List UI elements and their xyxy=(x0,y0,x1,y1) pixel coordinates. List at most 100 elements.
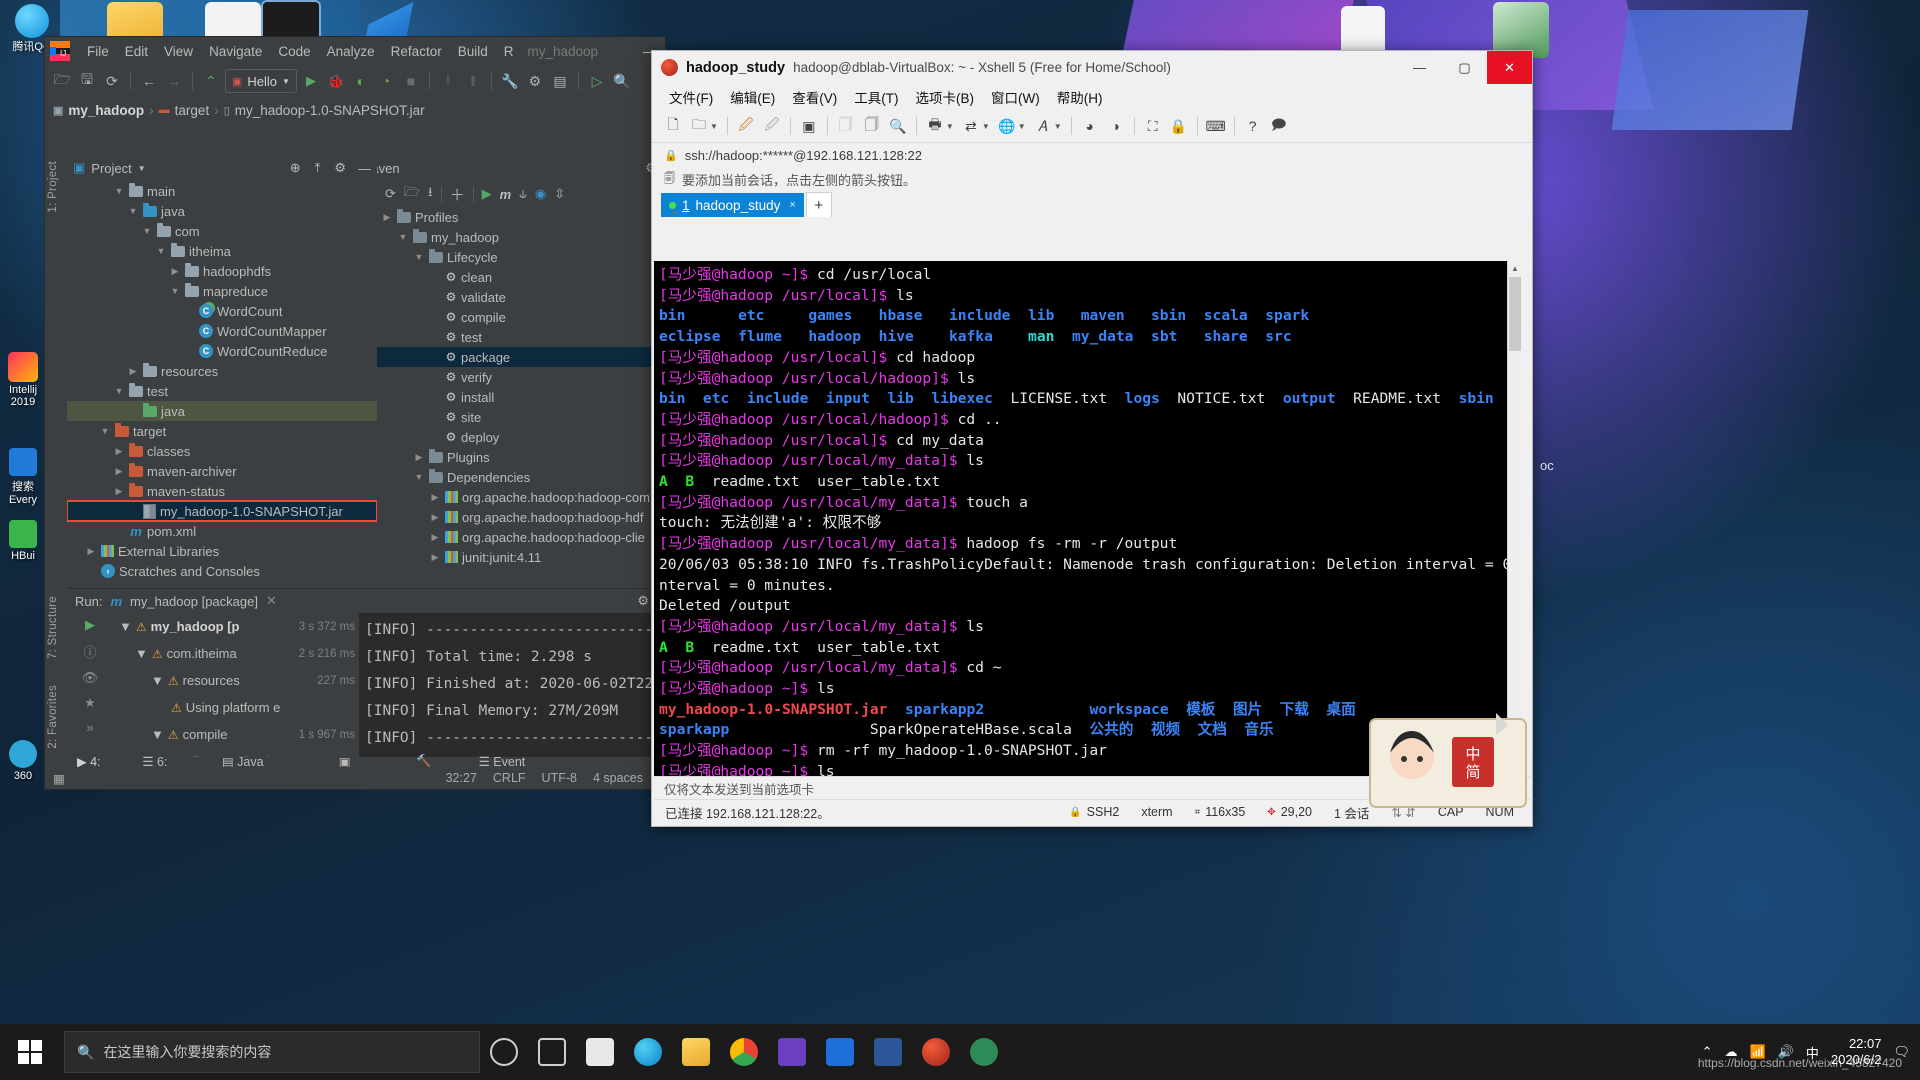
taskbar-xshell[interactable] xyxy=(912,1024,960,1080)
expand-arrow-icon[interactable]: ▶ xyxy=(85,546,97,557)
copy-icon[interactable]: 🗍 xyxy=(834,114,858,138)
scrollbar-thumb[interactable] xyxy=(1509,277,1521,351)
menu-file[interactable]: 文件(F) xyxy=(662,85,720,109)
menu-file[interactable]: File xyxy=(79,41,117,62)
run-tree-item[interactable]: ▼⚠my_hadoop [p3 s 372 ms xyxy=(113,613,359,640)
expand-arrow-icon[interactable]: ▼ xyxy=(119,619,132,634)
status-encoding[interactable]: UTF-8 xyxy=(542,771,577,785)
sidebar-tab-project[interactable]: 1: Project xyxy=(47,161,59,213)
expand-arrow-icon[interactable]: ▶ xyxy=(113,446,125,457)
menu-edit[interactable]: 编辑(E) xyxy=(723,85,782,109)
maven-tree-item[interactable]: ⚙deploy xyxy=(377,427,665,447)
maven-tree-item[interactable]: ⚙clean xyxy=(377,267,665,287)
maven-tree-item[interactable]: ▶org.apache.hadoop:hadoop-hdf xyxy=(377,507,665,527)
dropdown-icon[interactable]: ▼ xyxy=(982,122,990,131)
menu-tools[interactable]: 工具(T) xyxy=(847,85,905,109)
status-caret-position[interactable]: 32:27 xyxy=(446,771,477,785)
download-sources-icon[interactable]: ⭳ xyxy=(428,183,433,205)
add-maven-project-icon[interactable]: ＋ xyxy=(450,184,465,205)
xshell-tab-bar[interactable]: 1 hadoop_study × + xyxy=(652,191,1532,217)
expand-arrow-icon[interactable]: ▶ xyxy=(429,492,441,503)
taskbar-explorer[interactable] xyxy=(672,1024,720,1080)
paste-icon[interactable]: 🗍 xyxy=(860,114,884,138)
project-tree-item[interactable]: ▶External Libraries xyxy=(67,541,377,561)
debug-icon[interactable]: 🐞 xyxy=(325,70,347,92)
expand-arrow-icon[interactable]: ▼ xyxy=(413,472,425,482)
keyboard-icon[interactable]: ⌨ xyxy=(1204,114,1228,138)
run-tree-item[interactable]: ▼⚠compile1 s 967 ms xyxy=(113,721,359,748)
scroll-up-arrow-icon[interactable]: ▲ xyxy=(1508,261,1522,275)
maven-tree-item[interactable]: ▼Dependencies xyxy=(377,467,665,487)
project-tree-item[interactable]: ▼main xyxy=(67,181,377,201)
save-icon[interactable]: 🖫 xyxy=(76,70,98,92)
expand-arrow-icon[interactable]: ▶ xyxy=(429,532,441,543)
project-tree-item[interactable]: ▶classes xyxy=(67,441,377,461)
dropdown-icon[interactable]: ▼ xyxy=(1054,122,1062,131)
collapse-all-icon[interactable]: ⤒ xyxy=(315,160,321,176)
taskbar-edge[interactable] xyxy=(624,1024,672,1080)
expand-arrow-icon[interactable]: ▼ xyxy=(169,286,181,296)
expand-arrow-icon[interactable]: ▼ xyxy=(413,252,425,262)
hide-icon[interactable]: — xyxy=(358,161,371,176)
maven-icon[interactable]: m xyxy=(500,187,512,202)
zmodem-icon[interactable]: ◑ xyxy=(1104,114,1128,138)
maven-tree[interactable]: ▶Profiles▼my_hadoop▼Lifecycle⚙clean⚙vali… xyxy=(377,207,665,589)
ssh-tunnel-icon[interactable]: ◕ xyxy=(1078,114,1102,138)
project-tree-item[interactable]: java xyxy=(67,401,377,421)
open-folder-icon[interactable]: 🗀 xyxy=(687,114,711,138)
menu-build[interactable]: Build xyxy=(450,41,496,62)
search-input[interactable]: 🔍 在这里输入你要搜索的内容 xyxy=(64,1031,480,1073)
xshell-window-buttons[interactable]: — ▢ ✕ xyxy=(1397,51,1532,84)
maven-tree-item[interactable]: ⚙site xyxy=(377,407,665,427)
find-icon[interactable]: 🔍 xyxy=(886,114,910,138)
address-text[interactable]: ssh://hadoop:******@192.168.121.128:22 xyxy=(685,148,922,163)
project-tree-item[interactable]: my_hadoop-1.0-SNAPSHOT.jar xyxy=(67,501,377,521)
taskbar[interactable]: 🔍 在这里输入你要搜索的内容 ⌃ ☁ 📶 🔊 中 22:07 2020/6/2 … xyxy=(0,1024,1920,1080)
expand-arrow-icon[interactable]: ▼ xyxy=(113,386,125,396)
menu-analyze[interactable]: Analyze xyxy=(319,41,383,62)
breadcrumb[interactable]: ▣ my_hadoop › ▬ target › ▯ my_hadoop-1.0… xyxy=(45,97,665,123)
search-icon[interactable]: 🔍 xyxy=(611,70,633,92)
expand-arrow-icon[interactable]: ▶ xyxy=(413,452,425,463)
close-icon[interactable]: × xyxy=(789,199,795,211)
project-tree-item[interactable]: ▼mapreduce xyxy=(67,281,377,301)
project-tree-item[interactable]: ▼test xyxy=(67,381,377,401)
project-tree[interactable]: ▼main▼java▼com▼itheima▶hadoophdfs▼mapred… xyxy=(67,181,377,581)
info-icon[interactable]: ⓘ xyxy=(83,642,96,661)
disconnect-icon[interactable]: 🖉 xyxy=(760,114,784,138)
stop-icon[interactable]: ■ xyxy=(400,70,422,92)
wrench-icon[interactable]: 🔧 xyxy=(499,70,521,92)
expand-arrow-icon[interactable]: ▼ xyxy=(135,646,148,661)
project-tree-item[interactable]: ▶hadoophdfs xyxy=(67,261,377,281)
breadcrumb-project[interactable]: ▣ my_hadoop xyxy=(53,103,144,118)
xshell-toolbar[interactable]: 🗋 🗀 ▼ 🖉 🖉 ▣ 🗍 🗍 🔍 🖶 ▼ ⇄ ▼ 🌐 ▼ 𝐴 ▼ ◕ ◑ ⛶ … xyxy=(652,110,1532,142)
project-panel[interactable]: ▣ Project ▼ ⊕ ⤒ ⚙ — ▼main▼java▼com▼ithei… xyxy=(67,155,378,589)
expand-arrow-icon[interactable]: ▼ xyxy=(127,206,139,216)
project-tree-item[interactable]: ▼itheima xyxy=(67,241,377,261)
maven-tree-item[interactable]: ▶Profiles xyxy=(377,207,665,227)
session-properties-icon[interactable]: ▣ xyxy=(797,114,821,138)
rerun-icon[interactable]: ▶ xyxy=(85,617,95,633)
maven-tree-item[interactable]: ⚙install xyxy=(377,387,665,407)
project-tree-item[interactable]: ▼com xyxy=(67,221,377,241)
project-tree-item[interactable]: ▼java xyxy=(67,201,377,221)
eye-icon[interactable]: 👁 xyxy=(82,670,99,686)
expand-arrow-icon[interactable]: ▼ xyxy=(397,232,409,242)
new-session-icon[interactable]: 🗋 xyxy=(661,114,685,138)
menu-view[interactable]: View xyxy=(156,41,201,62)
tab-hadoop-study[interactable]: 1 hadoop_study × xyxy=(661,193,804,217)
expand-arrow-icon[interactable]: ▼ xyxy=(141,226,153,236)
sidebar-tab-favorites[interactable]: 2: Favorites xyxy=(47,685,59,749)
maven-tree-item[interactable]: ⚙validate xyxy=(377,287,665,307)
maven-panel[interactable]: m Maven ⚙ ⟳ 🗁 ⭳ ＋ ▶ m ⫝ ◉ ⇳ ▶Profiles▼my… xyxy=(377,155,665,589)
lock-icon[interactable]: 🔒 xyxy=(1167,114,1191,138)
idea-toolbar[interactable]: 🗁 🖫 ⟳ ← → ⌃ ▣ Hello ▼ ▶ 🐞 ◐ ◔ ■ ⭳ ⬆ 🔧 ⚙ … xyxy=(45,65,665,97)
taskbar-word[interactable] xyxy=(864,1024,912,1080)
maven-tree-item[interactable]: ▶Plugins xyxy=(377,447,665,467)
maven-tree-item[interactable]: ▼my_hadoop xyxy=(377,227,665,247)
transfer-icon[interactable]: ⇄ xyxy=(959,114,983,138)
breadcrumb-target[interactable]: ▬ target xyxy=(159,103,210,118)
project-structure-icon[interactable]: ▤ xyxy=(549,70,571,92)
maven-tree-item[interactable]: ⚙package xyxy=(377,347,665,367)
commit-icon[interactable]: ⬆ xyxy=(462,70,484,92)
